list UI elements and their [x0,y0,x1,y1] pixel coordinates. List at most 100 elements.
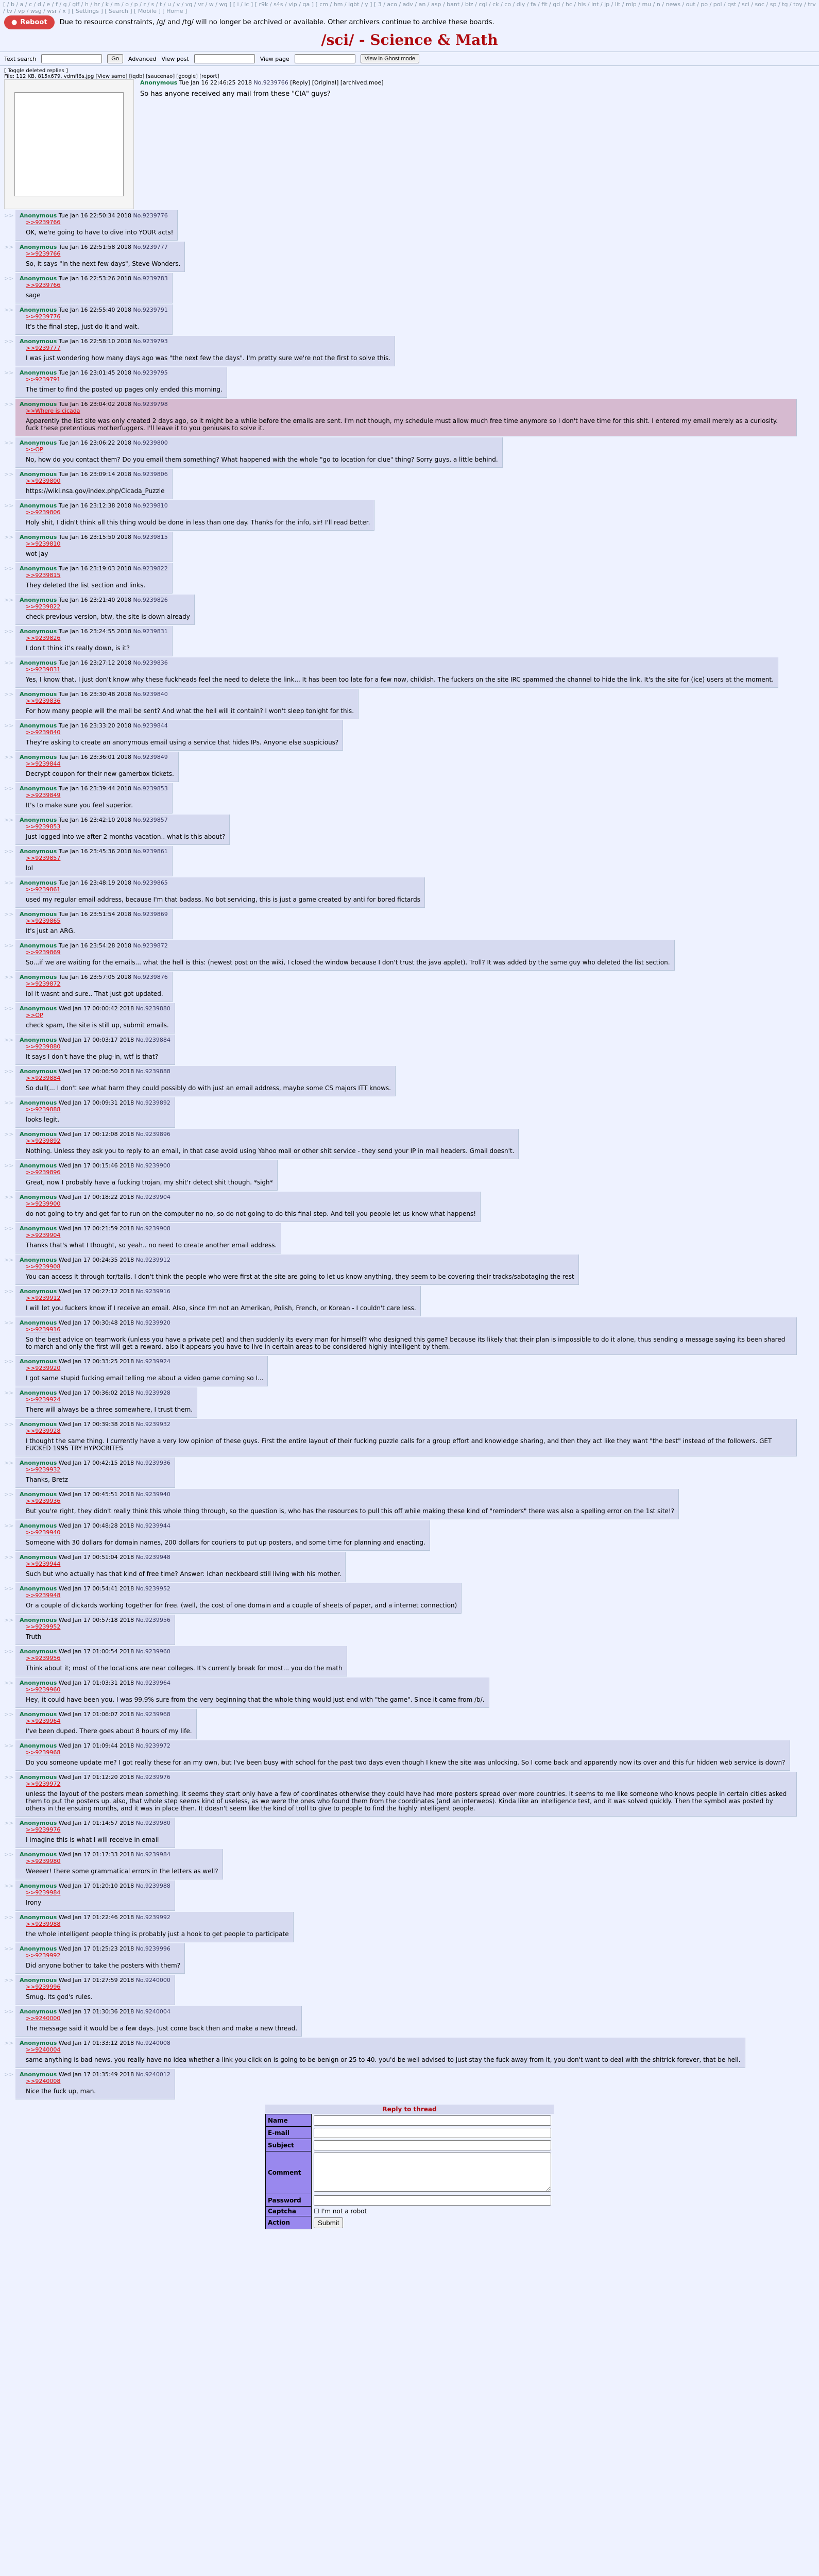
reply-postnum[interactable]: No.9239826 [133,597,167,603]
reply-postnum[interactable]: No.9239984 [136,1851,170,1858]
toggle-deleted-link[interactable]: [ Toggle deleted replies ] [4,68,815,74]
reply-postnum[interactable]: No.9239865 [133,879,167,886]
reply-postnum[interactable]: No.9239810 [133,502,167,509]
reply-quotelink[interactable]: >>OP [26,446,498,453]
reply-quotelink[interactable]: >>9239928 [26,1428,792,1434]
reply-postnum[interactable]: No.9239806 [133,471,167,478]
reply-postnum[interactable]: No.9239968 [136,1711,170,1718]
reply-quotelink[interactable]: >>9239904 [26,1232,277,1239]
reply-quotelink[interactable]: >>9239800 [26,478,168,484]
reply-quotelink[interactable]: >>9239861 [26,886,420,893]
reply-quotelink[interactable]: >>9239888 [26,1106,170,1113]
reply-quotelink[interactable]: >>9239815 [26,572,168,579]
reply-quotelink[interactable]: >>9239857 [26,855,168,861]
reply-postnum[interactable]: No.9239831 [133,628,167,635]
reply-quotelink[interactable]: >>9239844 [26,760,174,767]
reply-postnum[interactable]: No.9239956 [136,1617,170,1623]
reply-postnum[interactable]: No.9239916 [136,1288,170,1295]
reply-quotelink[interactable]: >>9239766 [26,219,173,226]
reply-postnum[interactable]: No.9239853 [133,785,167,792]
reply-quotelink[interactable]: >>9240000 [26,2015,297,2022]
reply-postnum[interactable]: No.9239861 [133,848,167,855]
reply-postnum[interactable]: No.9239940 [136,1491,170,1498]
reply-postnum[interactable]: No.9239791 [133,307,167,313]
reply-postnum[interactable]: No.9239880 [136,1005,170,1012]
view-post-input[interactable] [194,54,255,63]
reply-postnum[interactable]: No.9239936 [136,1460,170,1466]
reply-postnum[interactable]: No.9239964 [136,1680,170,1686]
reply-postnum[interactable]: No.9239976 [136,1774,170,1781]
reply-quotelink[interactable]: >>9239940 [26,1529,425,1536]
reply-quotelink[interactable]: >>9239822 [26,603,190,610]
reboot-button[interactable]: ● Reboot [4,15,55,29]
reply-quotelink[interactable]: >>9239840 [26,729,338,736]
reply-quotelink[interactable]: >>9239892 [26,1138,514,1144]
reply-postnum[interactable]: No.9239888 [136,1068,170,1075]
reply-quotelink[interactable]: >>9239880 [26,1043,170,1050]
reply-postnum[interactable]: No.9239948 [136,1554,170,1561]
reply-postnum[interactable]: No.9239844 [133,722,167,729]
reply-postnum[interactable]: No.9239884 [136,1037,170,1043]
view-page-input[interactable] [294,54,355,63]
op-postnum[interactable]: No.9239766 [253,79,288,86]
reply-quotelink[interactable]: >>9239766 [26,250,180,257]
reply-postnum[interactable]: No.9239996 [136,1945,170,1952]
reply-postnum[interactable]: No.9239872 [133,942,167,949]
reply-postnum[interactable]: No.9239928 [136,1389,170,1396]
reply-quotelink[interactable]: >>9239992 [26,1952,180,1959]
reply-quotelink[interactable]: >>9239948 [26,1592,457,1599]
reply-quotelink[interactable]: >>9239810 [26,540,168,547]
reply-quotelink[interactable]: >>9239916 [26,1326,792,1333]
reply-postnum[interactable]: No.9240012 [136,2071,170,2078]
reply-quotelink[interactable]: >>9239968 [26,1749,786,1756]
reply-quotelink[interactable]: >>9239920 [26,1365,263,1371]
reply-quotelink[interactable]: >>9239964 [26,1718,192,1724]
reply-quotelink[interactable]: >>9239884 [26,1075,391,1081]
reply-postnum[interactable]: No.9239776 [133,212,167,219]
reply-postnum[interactable]: No.9239795 [133,369,167,376]
reply-quotelink[interactable]: >>9239865 [26,918,168,924]
view-ghost-button[interactable]: View in Ghost mode [360,54,420,63]
reply-quotelink[interactable]: >>9239806 [26,509,370,516]
reply-postnum[interactable]: No.9239944 [136,1522,170,1529]
op-thumbnail[interactable] [4,79,134,209]
reply-quotelink[interactable]: >>9239976 [26,1826,170,1833]
name-field[interactable] [314,2115,551,2126]
reply-quotelink[interactable]: >>9240008 [26,2078,170,2084]
op-links[interactable]: [Reply] [Original] [archived.moe] [290,79,383,86]
reply-quotelink[interactable]: >>9239872 [26,980,168,987]
email-field[interactable] [314,2127,551,2138]
op-file-info[interactable]: File: 112 KB, 815x679, vdmfl6s.jpg [View… [4,74,815,79]
reply-postnum[interactable]: No.9239840 [133,691,167,698]
reply-postnum[interactable]: No.9239900 [136,1162,170,1169]
reply-postnum[interactable]: No.9239892 [136,1099,170,1106]
reply-quotelink[interactable]: >>9239952 [26,1623,170,1630]
subject-field[interactable] [314,2140,551,2150]
reply-quotelink[interactable]: >>9239956 [26,1655,343,1662]
reply-quotelink[interactable]: >>9239849 [26,792,168,799]
reply-quotelink[interactable]: >>9239912 [26,1295,416,1301]
reply-postnum[interactable]: No.9239783 [133,275,167,282]
reply-quotelink[interactable]: >>9239996 [26,1984,170,1990]
reply-postnum[interactable]: No.9239908 [136,1225,170,1232]
reply-postnum[interactable]: No.9239952 [136,1585,170,1592]
search-go-button[interactable]: Go [107,54,123,63]
reply-postnum[interactable]: No.9239849 [133,754,167,760]
reply-quotelink[interactable]: >>9239932 [26,1466,170,1473]
reply-postnum[interactable]: No.9239777 [133,244,167,250]
reply-postnum[interactable]: No.9239857 [133,817,167,823]
reply-postnum[interactable]: No.9239822 [133,565,167,572]
reply-quotelink[interactable]: >>9239908 [26,1263,574,1270]
reply-quotelink[interactable]: >>9239896 [26,1169,273,1176]
reply-postnum[interactable]: No.9239904 [136,1194,170,1200]
password-field[interactable] [314,2195,551,2206]
reply-postnum[interactable]: No.9239932 [136,1421,170,1428]
reply-postnum[interactable]: No.9239980 [136,1820,170,1826]
reply-quotelink[interactable]: >>9239972 [26,1781,792,1787]
reply-postnum[interactable]: No.9239992 [136,1914,170,1921]
reply-postnum[interactable]: No.9239972 [136,1742,170,1749]
reply-postnum[interactable]: No.9239920 [136,1319,170,1326]
reply-quotelink[interactable]: >>9239776 [26,313,168,320]
reply-quotelink[interactable]: >>9239826 [26,635,168,641]
reply-postnum[interactable]: No.9239960 [136,1648,170,1655]
